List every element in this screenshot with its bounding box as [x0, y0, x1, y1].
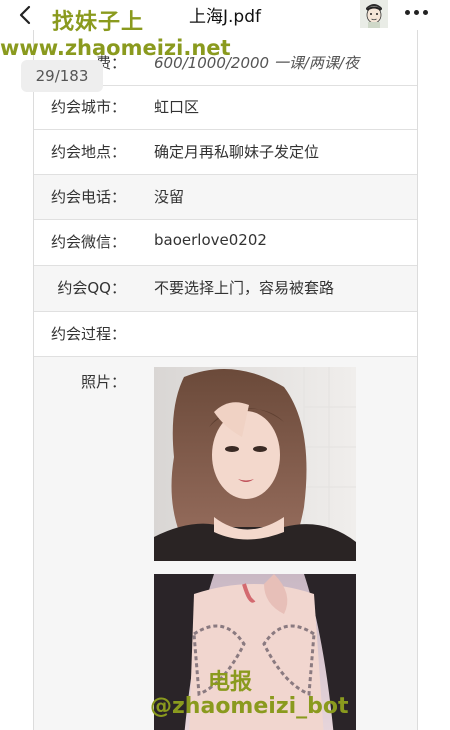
watermark-title: 找妹子上 — [52, 10, 145, 35]
avatar-face-icon — [360, 0, 388, 28]
avatar[interactable] — [360, 0, 388, 28]
table-row: 约会电话： 没留 — [34, 175, 417, 220]
table-row: 约会过程： — [34, 312, 417, 357]
table-row: 约会微信： baoerlove0202 — [34, 220, 417, 266]
row-label: 约会QQ： — [57, 279, 126, 297]
row-value: 确定月再私聊妹子发定位 — [154, 143, 320, 161]
row-label: 约会电话： — [50, 188, 126, 206]
table-row: 约会地点： 确定月再私聊妹子发定位 — [34, 130, 417, 175]
page-counter: 29/183 — [21, 60, 103, 92]
row-label: 约会地点： — [50, 143, 126, 161]
row-value: 没留 — [154, 188, 185, 206]
watermark-telegram-label: 电报 — [208, 670, 253, 695]
row-label: 约会城市： — [50, 98, 126, 116]
watermark-telegram-handle: @zhaomeizi_bot — [150, 694, 349, 719]
row-label: 约会过程： — [50, 325, 126, 343]
table-row: 约会QQ： 不要选择上门，容易被套路 — [34, 266, 417, 312]
row-label: 约会微信： — [50, 233, 126, 251]
watermark-url: www.zhaomeizi.net — [0, 36, 231, 60]
row-value: 不要选择上门，容易被套路 — [154, 279, 335, 297]
photo-1[interactable] — [154, 367, 356, 561]
pdf-viewer-screen: 上海J.pdf 找妹子上 www.zhaomeizi.net 29/183 费：… — [0, 0, 450, 730]
row-label: 照片： — [80, 373, 126, 391]
more-dots-icon[interactable] — [398, 0, 434, 24]
row-value: 虹口区 — [154, 98, 200, 116]
row-value: baoerlove0202 — [154, 231, 267, 249]
pdf-page: 费： 600/1000/2000 一课/两课/夜 约会城市： 虹口区 约会地点：… — [33, 30, 418, 730]
